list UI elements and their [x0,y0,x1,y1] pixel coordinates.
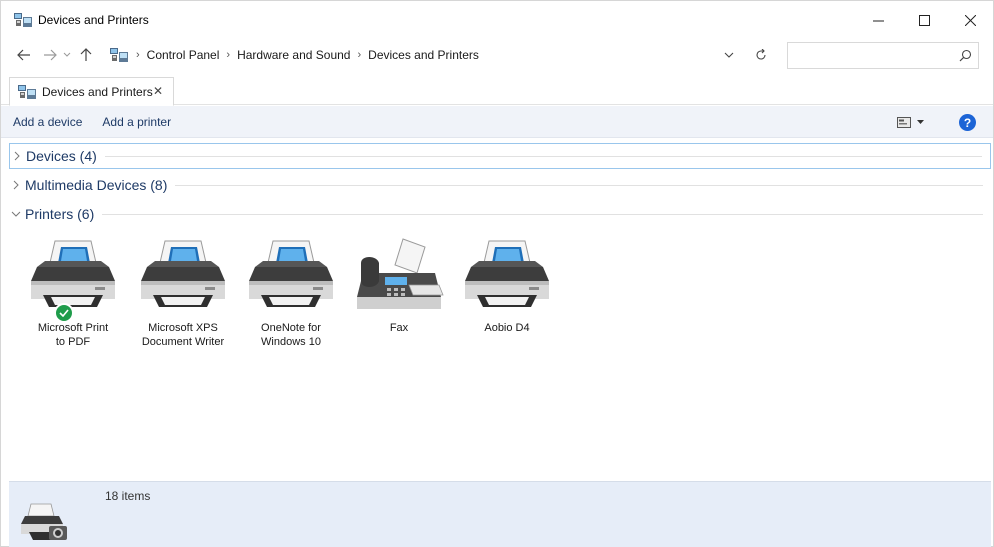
group-multimedia-devices[interactable]: Multimedia Devices (8) [9,172,991,198]
back-button[interactable] [13,44,35,66]
search-input[interactable] [788,43,948,68]
printer-icon [25,237,121,323]
printer-icon [459,237,555,317]
default-printer-check-icon [54,303,74,323]
group-label: Devices (4) [26,148,97,164]
device-label: Microsoft Print to PDF [19,321,127,349]
tab-devices-and-printers[interactable]: Devices and Printers ✕ [9,77,174,106]
tab-close-icon[interactable]: ✕ [153,84,163,98]
item-count: 18 items [105,489,151,503]
arrow-right-icon [44,49,57,61]
printer-icon [243,237,339,317]
maximize-button[interactable] [901,1,947,39]
device-label-line: Aobio D4 [484,322,530,334]
device-label-line: Windows 10 [261,336,321,348]
group-label: Multimedia Devices (8) [25,177,168,193]
chevron-right-icon[interactable] [10,151,24,161]
device-label: Microsoft XPS Document Writer [129,321,237,349]
search-icon[interactable] [959,49,972,62]
printer-icon [135,237,231,317]
minimize-button[interactable] [855,1,901,39]
breadcrumb-devices-and-printers[interactable]: Devices and Printers [368,48,479,62]
tab-label: Devices and Printers [42,84,153,99]
printer-item-aobio-d4[interactable]: Aobio D4 [453,237,561,335]
add-printer-button[interactable]: Add a printer [102,115,171,129]
control-panel-icon [17,84,37,100]
tab-strip: Devices and Printers ✕ [1,73,993,106]
close-button[interactable] [947,1,993,39]
control-panel-icon [13,12,33,28]
search-box[interactable] [787,42,979,69]
maximize-icon [918,14,930,26]
refresh-icon [756,49,766,60]
device-label: Aobio D4 [453,321,561,335]
minimize-icon [872,20,884,21]
chevron-right-icon[interactable] [9,180,23,190]
window-title: Devices and Printers [38,13,149,27]
change-view-button[interactable] [897,114,924,130]
group-divider [175,184,983,186]
arrow-left-icon [17,49,30,61]
device-label: OneNote for Windows 10 [237,321,345,349]
breadcrumb-hardware-and-sound[interactable]: Hardware and Sound [237,48,350,62]
breadcrumb-control-panel[interactable]: Control Panel [147,48,220,62]
group-divider [102,213,983,215]
recent-locations-button[interactable] [61,44,73,66]
chevron-down-icon [724,52,734,58]
devices-and-printers-window: Devices and Printers › Control Panel › H… [0,0,994,547]
close-icon [964,14,976,26]
breadcrumb-separator[interactable]: › [226,49,230,61]
group-label: Printers (6) [25,206,95,222]
chevron-down-icon[interactable] [9,211,23,217]
group-printers[interactable]: Printers (6) [9,201,991,227]
printer-item-fax[interactable]: Fax [345,237,453,335]
window-controls [855,1,993,39]
arrow-up-icon [80,48,92,61]
title-bar: Devices and Printers [1,1,993,39]
device-label-line: Document Writer [141,336,225,348]
forward-button[interactable] [39,44,61,66]
refresh-button[interactable] [748,43,774,67]
add-device-button[interactable]: Add a device [13,115,82,129]
breadcrumb-separator[interactable]: › [357,49,361,61]
devices-and-printers-icon [21,503,67,540]
printer-item-onenote-for-windows-10[interactable]: OneNote for Windows 10 [237,237,345,349]
device-label-line: OneNote for [261,322,321,334]
address-bar[interactable]: › Control Panel › Hardware and Sound › D… [109,43,775,67]
device-label-line: to PDF [55,336,91,348]
help-button[interactable]: ? [959,114,976,131]
printer-item-microsoft-print-to-pdf[interactable]: Microsoft Print to PDF [19,237,127,349]
content-area: Devices (4) Multimedia Devices (8) Print… [1,139,993,479]
view-options-icon [897,116,911,128]
fax-icon [351,237,447,317]
command-bar: Add a device Add a printer ? [1,106,993,138]
address-history-button[interactable] [719,43,739,67]
device-label-line: Microsoft Print [37,322,109,334]
control-panel-icon [109,47,129,63]
device-label-line: Fax [389,322,409,334]
details-pane: 18 items [9,481,991,547]
group-divider [104,155,982,157]
printer-item-microsoft-xps-document-writer[interactable]: Microsoft XPS Document Writer [129,237,237,349]
device-label: Fax [345,321,453,335]
group-devices[interactable]: Devices (4) [9,143,991,169]
up-button[interactable] [75,44,97,66]
device-label-line: Microsoft XPS [148,322,218,334]
chevron-down-icon [63,52,71,57]
caret-down-icon [917,120,924,124]
breadcrumb-separator: › [136,49,140,61]
